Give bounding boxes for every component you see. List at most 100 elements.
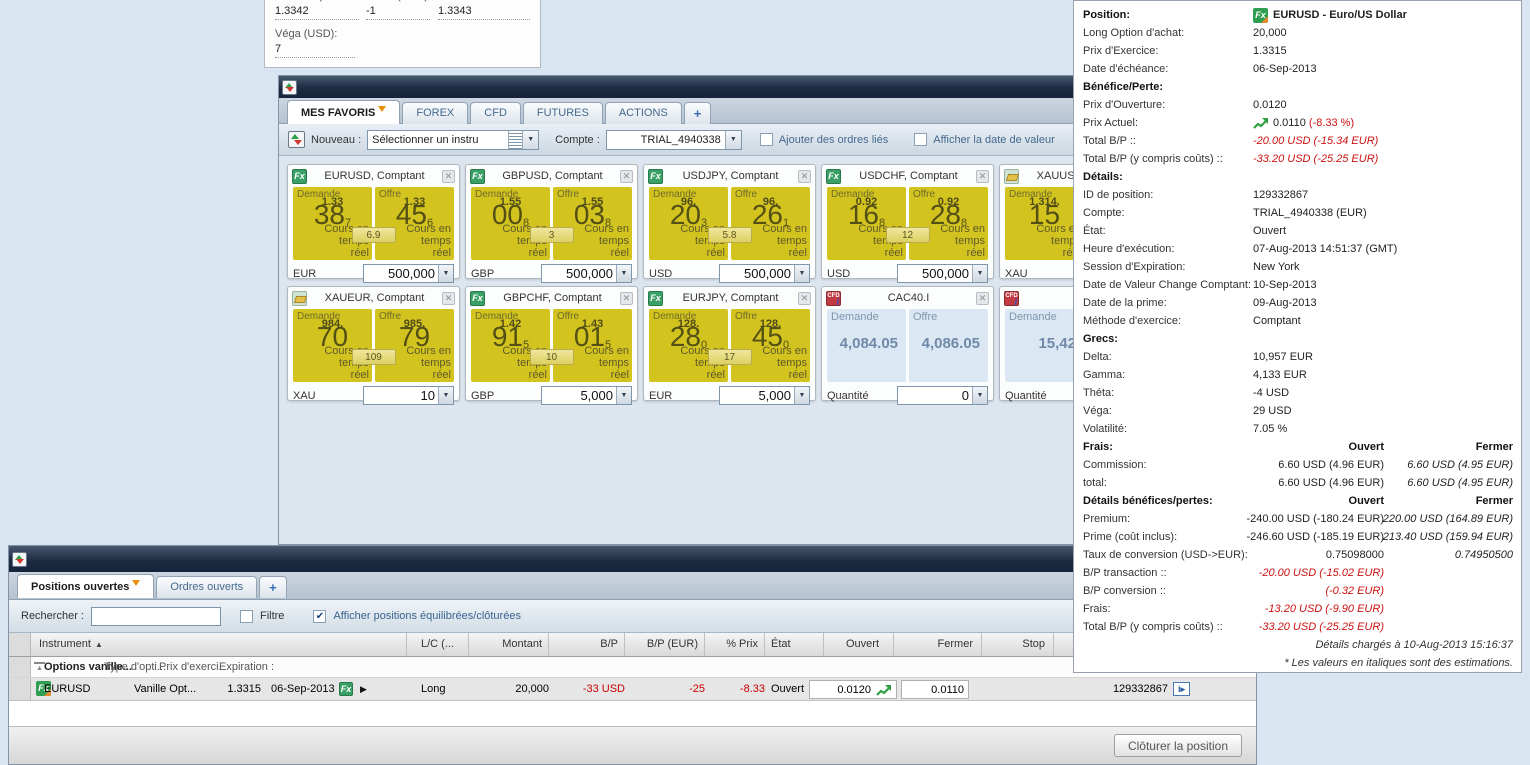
instrument-list-icon[interactable] bbox=[508, 131, 522, 149]
tile-close-button[interactable]: ✕ bbox=[442, 170, 455, 183]
amount-dropdown-button[interactable]: ▼ bbox=[438, 387, 453, 404]
close-price-button[interactable]: 0.0110 bbox=[901, 680, 969, 699]
instrument-dropdown-icon[interactable]: ▼ bbox=[522, 131, 538, 149]
instrument-select[interactable]: Sélectionner un instru ▼ bbox=[367, 130, 539, 150]
detail-row: Bénéfice/Perte: bbox=[1083, 78, 1513, 96]
bid-price-button[interactable]: Demande1.55008Cours en tempsréel bbox=[471, 187, 550, 260]
offer-price-button[interactable]: Offre1.33456Cours en tempsréel bbox=[375, 187, 454, 260]
column-header-b-p-eur-[interactable]: B/P (EUR) bbox=[625, 633, 705, 656]
filtre-checkbox[interactable] bbox=[240, 610, 253, 623]
amount-input[interactable]: 500,000▼ bbox=[897, 264, 988, 283]
fx-instrument-icon: Fx bbox=[648, 291, 663, 306]
column-header-instrument[interactable]: Instrument▲ bbox=[31, 633, 407, 656]
tab-cfd[interactable]: CFD bbox=[470, 102, 521, 124]
column-header-label: B/P bbox=[600, 638, 618, 650]
offer-price-button[interactable]: Offre96.261Cours en tempsréel bbox=[731, 187, 810, 260]
tab-forex[interactable]: FOREX bbox=[402, 102, 468, 124]
cell-instrument: EURUSD bbox=[44, 678, 134, 700]
new-trade-icon[interactable] bbox=[288, 131, 305, 148]
bid-price-button[interactable]: Demande4,084.05 bbox=[827, 309, 906, 382]
detail-value-text: 0.0110 bbox=[1273, 117, 1306, 129]
amount-value[interactable]: 500,000 bbox=[364, 265, 438, 282]
row-expand-fx-icon[interactable]: Fx bbox=[339, 682, 353, 696]
show-balanced-checkbox[interactable]: ✔ bbox=[313, 610, 326, 623]
close-position-button[interactable]: Clôturer la position bbox=[1114, 734, 1242, 757]
amount-input[interactable]: 5,000▼ bbox=[541, 386, 632, 405]
amount-dropdown-button[interactable]: ▼ bbox=[794, 387, 809, 404]
detail-label: Théta: bbox=[1083, 387, 1114, 399]
search-input[interactable] bbox=[91, 607, 221, 626]
amount-input[interactable]: 500,000▼ bbox=[719, 264, 810, 283]
tile-close-button[interactable]: ✕ bbox=[620, 170, 633, 183]
amount-dropdown-button[interactable]: ▼ bbox=[438, 265, 453, 282]
bid-price-button[interactable]: Demande128.280Cours en tempsréel bbox=[649, 309, 728, 382]
amount-value[interactable]: 5,000 bbox=[542, 387, 616, 404]
amount-value[interactable]: 10 bbox=[364, 387, 438, 404]
position-table-row[interactable]: FxEURUSDVanille Opt...1.331506-Sep-2013F… bbox=[9, 678, 1256, 701]
tile-close-button[interactable]: ✕ bbox=[976, 292, 989, 305]
value-date-checkbox[interactable] bbox=[914, 133, 927, 146]
amount-value[interactable]: 500,000 bbox=[898, 265, 972, 282]
tile-close-button[interactable]: ✕ bbox=[442, 292, 455, 305]
offer-price-button[interactable]: Offre1.43015Cours en tempsréel bbox=[553, 309, 632, 382]
row-expand-button[interactable]: ▶ bbox=[360, 678, 367, 700]
amount-value[interactable]: 5,000 bbox=[720, 387, 794, 404]
column-header-ouvert[interactable]: Ouvert bbox=[824, 633, 894, 656]
tab-positions-ouvertes[interactable]: Positions ouvertes bbox=[17, 574, 154, 598]
column-header-montant[interactable]: Montant bbox=[469, 633, 549, 656]
amount-input[interactable]: 500,000▼ bbox=[541, 264, 632, 283]
tile-prices: Demande0.92168Cours en tempsréelOffre0.9… bbox=[822, 187, 993, 260]
tile-close-button[interactable]: ✕ bbox=[976, 170, 989, 183]
amount-dropdown-button[interactable]: ▼ bbox=[616, 265, 631, 282]
account-select[interactable]: TRIAL_4940338 ▼ bbox=[606, 130, 742, 150]
open-price-button[interactable]: 0.0120 bbox=[809, 680, 897, 699]
offer-price-button[interactable]: Offre4,086.05 bbox=[909, 309, 988, 382]
bid-price-button[interactable]: Demande984.70Cours en tempsréel bbox=[293, 309, 372, 382]
position-details-icon[interactable]: i▸ bbox=[1173, 682, 1190, 696]
detail-label: Position: bbox=[1083, 9, 1130, 21]
positions-module-titlebar[interactable] bbox=[9, 546, 1256, 572]
amount-dropdown-button[interactable]: ▼ bbox=[794, 265, 809, 282]
tile-close-button[interactable]: ✕ bbox=[620, 292, 633, 305]
amount-dropdown-button[interactable]: ▼ bbox=[972, 265, 987, 282]
tab-add-tab-button[interactable]: + bbox=[684, 102, 712, 124]
column-header--prix[interactable]: % Prix bbox=[705, 633, 765, 656]
linked-orders-label: Ajouter des ordres liés bbox=[779, 134, 888, 146]
offer-price-button[interactable]: Offre1.55038Cours en tempsréel bbox=[553, 187, 632, 260]
amount-dropdown-button[interactable]: ▼ bbox=[972, 387, 987, 404]
amount-input[interactable]: 0▼ bbox=[897, 386, 988, 405]
column-header-stop[interactable]: Stop bbox=[982, 633, 1054, 656]
account-dropdown-icon[interactable]: ▼ bbox=[725, 131, 741, 149]
amount-value[interactable]: 500,000 bbox=[720, 265, 794, 282]
tab-futures[interactable]: FUTURES bbox=[523, 102, 603, 124]
offer-price-button[interactable]: Offre0.92288Cours en tempsréel bbox=[909, 187, 988, 260]
amount-input[interactable]: 10▼ bbox=[363, 386, 454, 405]
offer-price-button[interactable]: Offre985.79Cours en tempsréel bbox=[375, 309, 454, 382]
amount-input[interactable]: 5,000▼ bbox=[719, 386, 810, 405]
linked-orders-checkbox[interactable] bbox=[760, 133, 773, 146]
detail-row: Premium:-240.00 USD (-180.24 EUR)220.00 … bbox=[1083, 510, 1513, 528]
column-header-fermer[interactable]: Fermer bbox=[894, 633, 982, 656]
detail-value-text: 7.05 % bbox=[1253, 423, 1287, 435]
amount-value[interactable]: 0 bbox=[898, 387, 972, 404]
tile-close-button[interactable]: ✕ bbox=[798, 170, 811, 183]
tab-actions[interactable]: ACTIONS bbox=[605, 102, 682, 124]
tab-add-tab-button[interactable]: + bbox=[259, 576, 287, 598]
tile-close-button[interactable]: ✕ bbox=[798, 292, 811, 305]
positions-group-row[interactable]: ▲Options vanille...Type d'opti...Prix d'… bbox=[9, 657, 1256, 678]
tab-mes-favoris[interactable]: MES FAVORIS bbox=[287, 100, 400, 124]
amount-unit-label: GBP bbox=[471, 390, 494, 402]
offer-price-button[interactable]: Offre128.450Cours en tempsréel bbox=[731, 309, 810, 382]
column-header--tat[interactable]: État bbox=[765, 633, 824, 656]
amount-input[interactable]: 500,000▼ bbox=[363, 264, 454, 283]
tab-ordres-ouverts[interactable]: Ordres ouverts bbox=[156, 576, 257, 598]
bid-price-button[interactable]: Demande0.92168Cours en tempsréel bbox=[827, 187, 906, 260]
amount-dropdown-button[interactable]: ▼ bbox=[616, 387, 631, 404]
column-header-b-p[interactable]: B/P bbox=[549, 633, 625, 656]
detail-value-text: New York bbox=[1253, 261, 1299, 273]
bid-price-button[interactable]: Demande96.203Cours en tempsréel bbox=[649, 187, 728, 260]
column-header-l-c-[interactable]: L/C (... bbox=[407, 633, 469, 656]
bid-price-button[interactable]: Demande1.33387Cours en tempsréel bbox=[293, 187, 372, 260]
amount-value[interactable]: 500,000 bbox=[542, 265, 616, 282]
bid-price-button[interactable]: Demande1.42915Cours en tempsréel bbox=[471, 309, 550, 382]
